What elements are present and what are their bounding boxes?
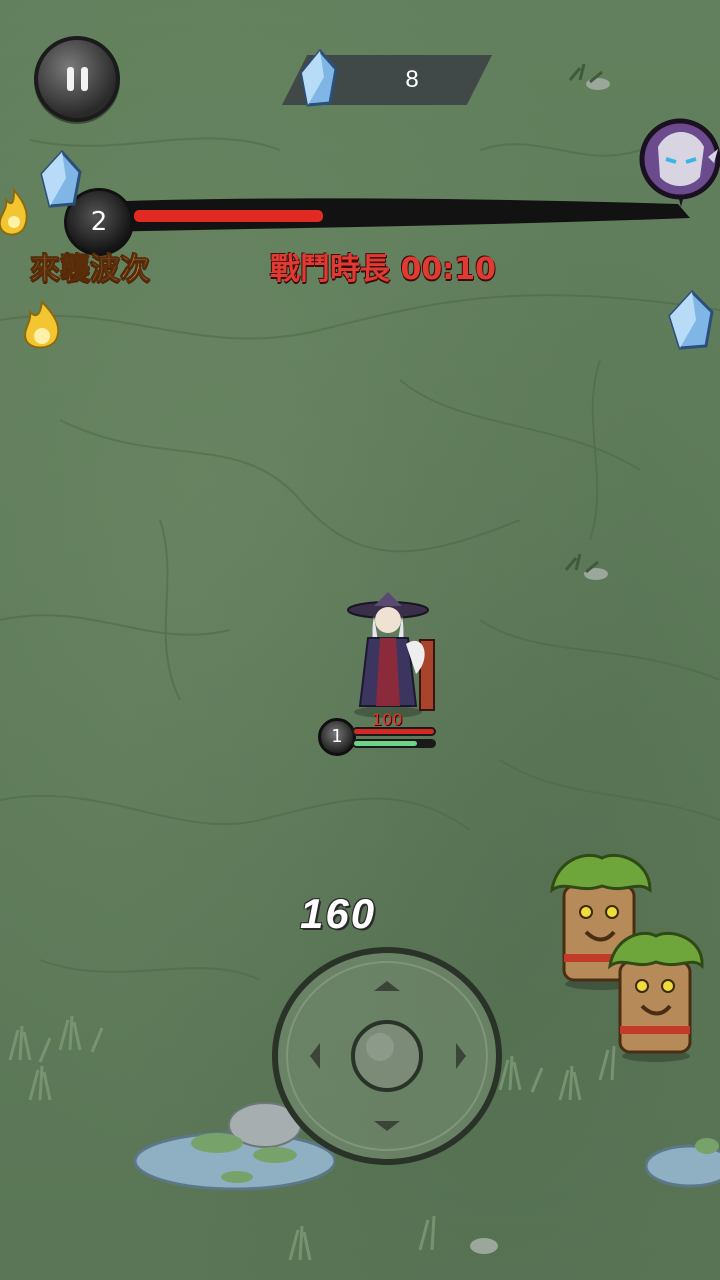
flame-pickup-icon [0, 187, 28, 236]
blue-crystal-icon [300, 49, 338, 107]
battle-time: 戰鬥時長 00:10 [270, 252, 496, 287]
pause-icon [66, 67, 88, 91]
player-level-badge: 1 [318, 718, 356, 756]
crystal-counter: 8 [282, 49, 492, 107]
flame-pickup-icon [24, 299, 60, 349]
wave-label: 來襲波次 [30, 252, 151, 288]
player-status-bars [352, 727, 436, 751]
player-hp-bar [352, 727, 436, 736]
player-character [347, 592, 435, 718]
pause-button[interactable] [34, 36, 120, 122]
blue-crystal-drop-icon [668, 290, 714, 350]
pond-right [645, 1138, 720, 1188]
player-xp-bar [352, 739, 436, 748]
virtual-joystick[interactable] [270, 945, 505, 1167]
tree-monster-enemy [608, 931, 704, 1062]
crystal-count: 8 [405, 66, 419, 93]
player-level: 1 [331, 726, 343, 747]
blue-crystal-drop-icon [40, 150, 82, 208]
damage-number: 160 [300, 890, 377, 937]
